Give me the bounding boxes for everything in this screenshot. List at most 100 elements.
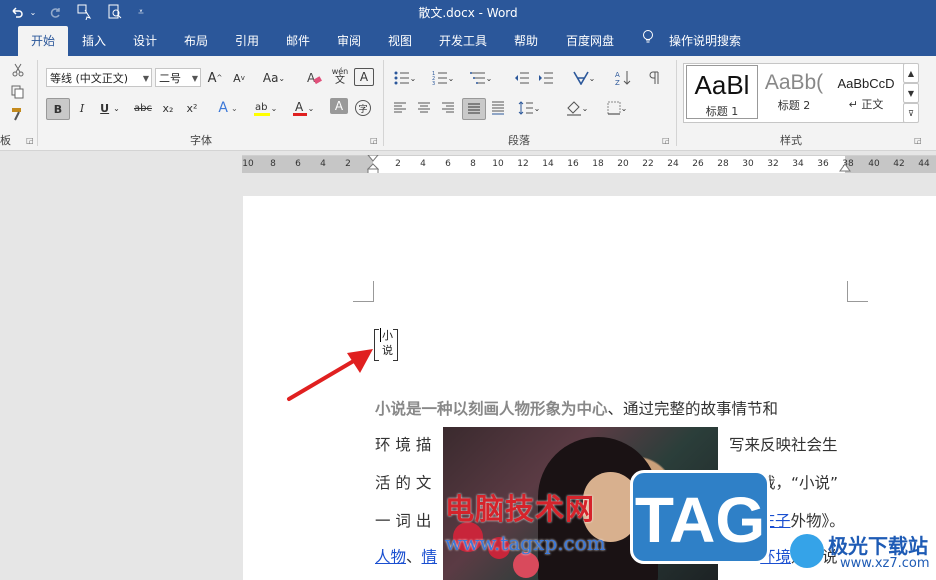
divider (383, 60, 384, 146)
tab-home[interactable]: 开始 (18, 26, 68, 56)
line-spacing-icon[interactable]: ⌄ (514, 98, 544, 118)
phonetic-guide-button[interactable]: wén 文 (330, 66, 350, 86)
styles-more-icon[interactable]: ⊽ (903, 103, 919, 123)
ruler-tick: 4 (320, 159, 326, 169)
right-indent-marker-icon[interactable] (839, 163, 851, 173)
enclose-characters-button[interactable]: 字 (354, 98, 372, 118)
paragraph-launcher-icon[interactable]: ◲ (662, 136, 670, 145)
chinese-layout-icon[interactable]: ⌄ (568, 68, 600, 88)
styles-launcher-icon[interactable]: ◲ (914, 136, 922, 145)
ruler-tick: 8 (470, 159, 476, 169)
selection-bracket (393, 329, 398, 361)
shrink-font-button[interactable]: Av (230, 68, 248, 88)
paragraph-line-left[interactable]: 活 的 文 (375, 471, 431, 493)
paragraph-bold-text: 小说是一种以刻画人物形象为中心 (375, 400, 608, 418)
paragraph-text: 外物》。 (790, 512, 845, 530)
paragraph-line[interactable]: 小说是一种以刻画人物形象为中心、通过完整的故事情节和 (375, 397, 778, 419)
lightbulb-icon[interactable] (638, 26, 658, 56)
superscript-button[interactable]: x² (182, 98, 202, 118)
styles-scroll-down[interactable]: ▼ (903, 83, 919, 103)
cut-icon[interactable] (8, 60, 28, 80)
hyperlink-plot[interactable]: 情 (422, 548, 438, 566)
ruler-left-margin (242, 156, 373, 173)
change-case-button[interactable]: Aa ⌄ (258, 68, 290, 88)
site-logo-url: www.xz7.com (840, 556, 930, 571)
style-heading2[interactable]: AaBb( 标题 2 (758, 64, 830, 120)
ribbon-tabs: 开始 插入 设计 布局 引用 邮件 审阅 视图 开发工具 帮助 百度网盘 操作说… (0, 24, 936, 56)
italic-label: I (79, 101, 85, 115)
indent-marker-icon[interactable] (367, 155, 379, 174)
borders-icon[interactable]: ⌄ (602, 98, 632, 118)
align-left-icon[interactable] (390, 98, 410, 118)
tab-help[interactable]: 帮助 (504, 26, 548, 56)
bold-label: B (53, 102, 63, 116)
ruler-tick: 26 (692, 159, 704, 169)
margin-corner-mark (353, 281, 374, 302)
align-right-icon[interactable] (438, 98, 458, 118)
sort-icon[interactable]: AZ (612, 68, 634, 88)
numbering-icon[interactable]: 1 2 3 ⌄ (428, 68, 458, 88)
font-size-combo[interactable]: 二号 ▼ (155, 68, 201, 87)
style-heading2-name: 标题 2 (777, 99, 811, 112)
tab-view[interactable]: 视图 (378, 26, 422, 56)
tab-layout[interactable]: 布局 (174, 26, 218, 56)
justify-icon[interactable] (462, 98, 486, 120)
clear-formatting-icon[interactable]: A (304, 68, 324, 88)
underline-label: U (100, 101, 110, 115)
show-marks-icon[interactable] (644, 68, 664, 88)
paragraph-line-left[interactable]: 一 词 出 (375, 509, 431, 531)
font-color-button[interactable]: A ⌄ (288, 98, 318, 118)
ruler-tick: 20 (617, 159, 629, 169)
chevron-down-icon: ▼ (191, 74, 198, 83)
style-heading1[interactable]: AaBl 标题 1 (686, 65, 758, 119)
divider (37, 60, 38, 146)
tab-mailings[interactable]: 邮件 (276, 26, 320, 56)
tab-references[interactable]: 引用 (225, 26, 269, 56)
font-launcher-icon[interactable]: ◲ (370, 136, 378, 145)
hyperlink-characters[interactable]: 人物 (375, 548, 406, 566)
text-effects-button[interactable]: A ⌄ (214, 98, 242, 118)
bold-button[interactable]: B (46, 98, 70, 120)
paragraph-line-left[interactable]: 人物、情 (375, 545, 437, 567)
ruler-tick: 36 (817, 159, 829, 169)
copy-icon[interactable] (8, 82, 28, 102)
clipboard-launcher-icon[interactable]: ◲ (26, 136, 34, 145)
underline-button[interactable]: U ⌄ (96, 98, 124, 118)
paragraph-line-right[interactable]: 写来反映社会生 (729, 433, 838, 455)
character-shading-button[interactable]: A (330, 98, 348, 114)
ruler-tick: 6 (445, 159, 451, 169)
ruler-tick: 44 (918, 159, 930, 169)
align-center-icon[interactable] (414, 98, 434, 118)
superscript-label: x² (186, 101, 198, 115)
tab-baidu-netdisk[interactable]: 百度网盘 (558, 26, 622, 56)
ruler-tick: 24 (667, 159, 679, 169)
increase-indent-icon[interactable] (536, 68, 556, 88)
subscript-button[interactable]: x₂ (158, 98, 178, 118)
italic-button[interactable]: I (72, 98, 92, 118)
highlight-color-button[interactable]: ab ⌄ (250, 98, 280, 118)
character-border-button[interactable]: A (354, 68, 374, 86)
shading-icon[interactable]: ⌄ (562, 98, 592, 118)
tell-me-search[interactable]: 操作说明搜索 (664, 26, 746, 56)
styles-scroll-up[interactable]: ▲ (903, 63, 919, 83)
multilevel-list-icon[interactable]: ⌄ (466, 68, 496, 88)
decrease-indent-icon[interactable] (512, 68, 532, 88)
clipboard-group-label: 板 (0, 134, 11, 147)
distributed-icon[interactable] (488, 98, 508, 118)
horizontal-ruler[interactable]: 10 8 6 4 2 2 4 6 8 10 12 14 16 18 20 22 … (242, 155, 936, 174)
tab-developer[interactable]: 开发工具 (432, 26, 494, 56)
grow-font-button[interactable]: A ^ (206, 68, 224, 88)
font-name-combo[interactable]: 等线 (中文正文) ▼ (46, 68, 152, 87)
tab-design[interactable]: 设计 (123, 26, 167, 56)
strikethrough-button[interactable]: abc (132, 98, 154, 118)
tab-review[interactable]: 审阅 (327, 26, 371, 56)
ruler-tick: 32 (767, 159, 779, 169)
site-logo-name: 极光下载站 (828, 534, 928, 558)
format-painter-icon[interactable] (8, 104, 28, 124)
bullets-icon[interactable]: ⌄ (390, 68, 420, 88)
svg-text:A: A (295, 100, 304, 114)
heading-char: 小 (382, 329, 393, 342)
style-normal[interactable]: AaBbCcD ↵ 正文 (830, 64, 902, 120)
paragraph-line-left[interactable]: 环 境 描 (375, 433, 431, 455)
tab-insert[interactable]: 插入 (72, 26, 116, 56)
